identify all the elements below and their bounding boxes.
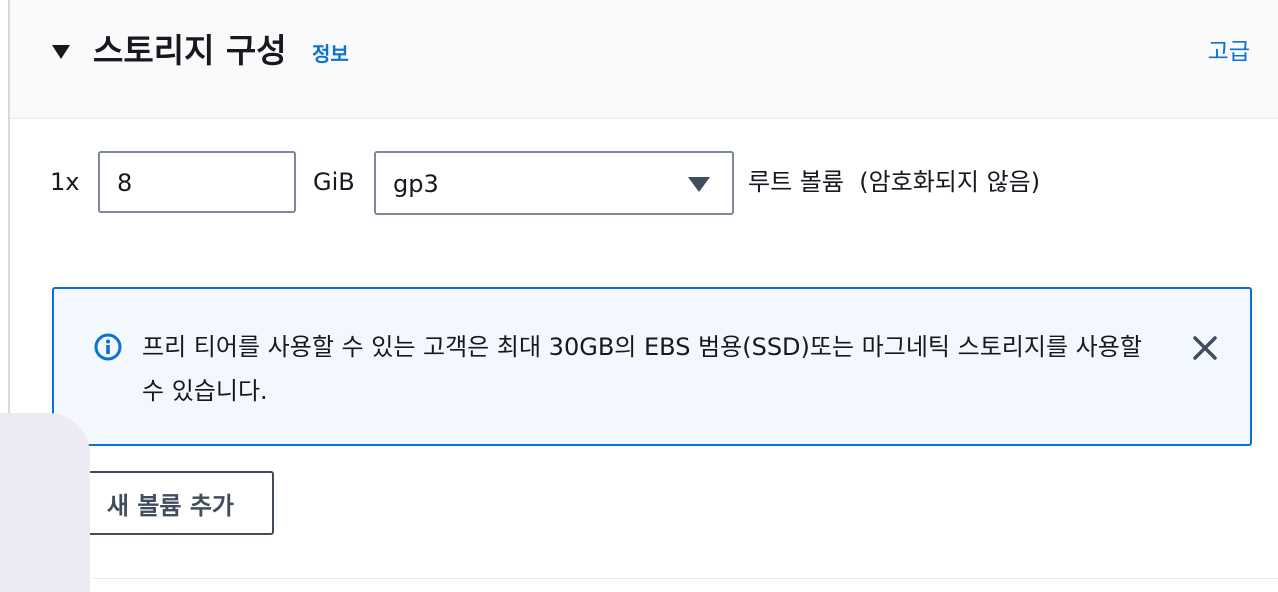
advanced-link[interactable]: 고급 [1208, 36, 1250, 68]
free-tier-info-alert: 프리 티어를 사용할 수 있는 고객은 최대 30GB의 EBS 범용(SSD)… [52, 287, 1252, 446]
volume-size-input[interactable] [98, 151, 296, 213]
root-volume-description: 루트 볼륨 (암호화되지 않음) [748, 168, 1041, 196]
volume-count-label: 1x [50, 168, 80, 196]
alert-message: 프리 티어를 사용할 수 있는 고객은 최대 30GB의 EBS 범용(SSD)… [142, 333, 1142, 405]
volume-unit-label: GiB [313, 168, 355, 196]
add-new-volume-button[interactable]: 새 볼륨 추가 [80, 471, 274, 535]
volume-type-select[interactable]: gp3 [374, 151, 734, 215]
section-header: 스토리지 구성 정보 고급 [10, 0, 1278, 119]
close-icon[interactable] [1190, 333, 1220, 363]
storage-config-panel: 스토리지 구성 정보 고급 1x GiB gp3 루트 볼륨 (암호화되지 않음… [8, 0, 1278, 592]
section-divider [92, 578, 1278, 579]
info-link[interactable]: 정보 [312, 40, 349, 68]
volume-type-value: gp3 [393, 170, 439, 198]
info-circle-icon [94, 333, 122, 361]
collapse-caret-icon[interactable] [52, 45, 70, 59]
section-title: 스토리지 구성 [93, 31, 287, 70]
chevron-down-icon [688, 177, 710, 192]
overlay-panel [0, 413, 90, 592]
